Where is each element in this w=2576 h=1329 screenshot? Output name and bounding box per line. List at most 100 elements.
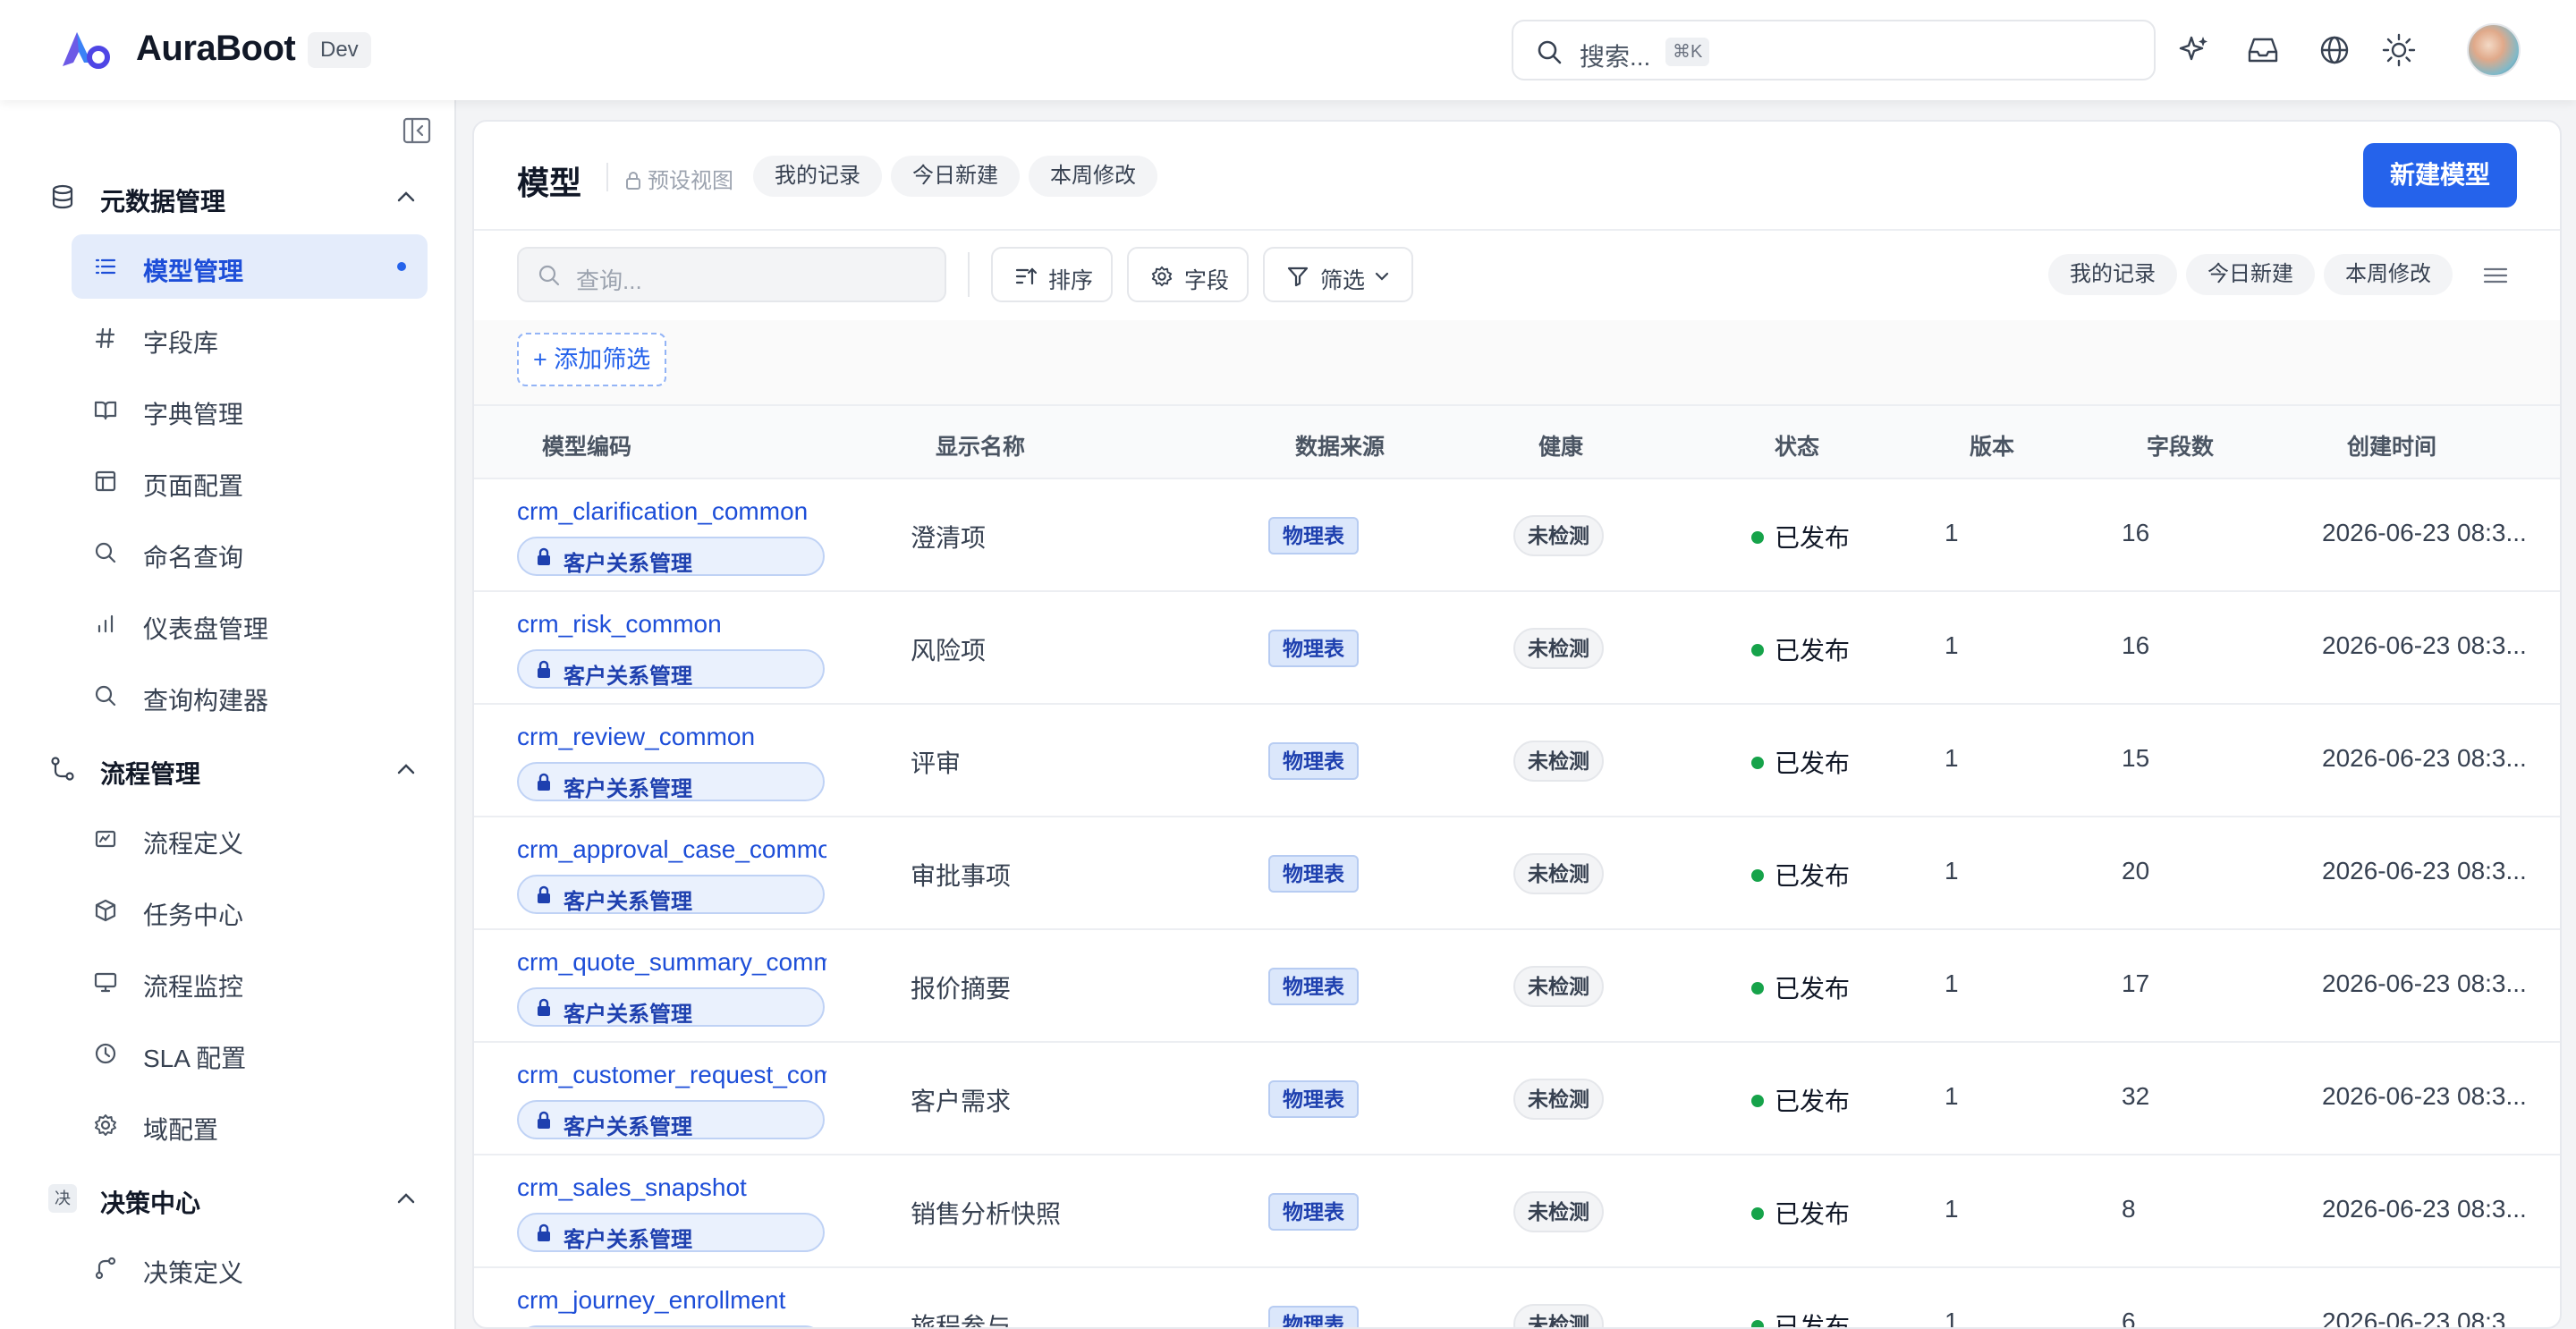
globe-icon[interactable] — [2317, 32, 2352, 68]
status-dot — [1751, 644, 1764, 656]
domain-badge: 客户关系管理 — [517, 649, 825, 689]
sidebar-item-named-query[interactable]: 命名查询 — [72, 521, 428, 585]
sidebar-item-sla-config[interactable]: SLA 配置 — [72, 1021, 428, 1086]
nav-group-workflow[interactable]: 流程管理 — [43, 742, 419, 796]
model-code-link[interactable]: crm_journey_enrollment — [517, 1286, 826, 1315]
column-header[interactable]: 数据来源 — [1295, 429, 1385, 461]
table-row[interactable]: crm_clarification_common 客户关系管理 澄清项 物理表 … — [474, 479, 2560, 592]
domain-label: 客户关系管理 — [564, 777, 692, 801]
search-icon — [95, 685, 116, 707]
nav-group-decision-center[interactable]: 决 决策中心 — [43, 1172, 419, 1225]
preset-view-label[interactable]: 预设视图 — [624, 163, 733, 194]
column-header[interactable]: 字段数 — [2147, 429, 2214, 461]
display-name: 审批事项 — [911, 862, 1012, 890]
data-source-badge: 物理表 — [1268, 1306, 1359, 1327]
table-row[interactable]: crm_customer_request_common 客户关系管理 客户需求 … — [474, 1043, 2560, 1155]
sidebar-item-decision-definition[interactable]: 决策定义 — [72, 1236, 428, 1300]
sun-icon[interactable] — [2381, 32, 2417, 68]
domain-badge: 客户关系管理 — [517, 537, 825, 576]
table-row[interactable]: crm_risk_common 客户关系管理 风险项 物理表 未检测 已发布 1… — [474, 592, 2560, 705]
collapse-sidebar-icon[interactable] — [401, 114, 433, 147]
status-text: 已发布 — [1775, 975, 1851, 1003]
table-row[interactable]: crm_review_common 客户关系管理 评审 物理表 未检测 已发布 … — [474, 705, 2560, 817]
sparkle-icon[interactable] — [2175, 32, 2211, 68]
status-dot — [1751, 1207, 1764, 1220]
table-row[interactable]: crm_quote_summary_common 客户关系管理 报价摘要 物理表… — [474, 930, 2560, 1043]
column-header[interactable]: 显示名称 — [936, 429, 1025, 461]
lock-icon — [538, 998, 550, 1016]
query-placeholder: 查询... — [576, 267, 642, 294]
version-value: 1 — [1945, 857, 1959, 885]
status-text: 已发布 — [1775, 637, 1851, 664]
toolbar-chip-my-records[interactable]: 我的记录 — [2048, 254, 2177, 295]
chevron-down-icon — [1375, 272, 1389, 281]
sidebar-item-process-definition[interactable]: 流程定义 — [72, 807, 428, 871]
auraboot-logo[interactable] — [59, 27, 111, 72]
domain-label: 客户关系管理 — [564, 1003, 692, 1027]
sidebar-item-task-center[interactable]: 任务中心 — [72, 878, 428, 943]
field-count: 6 — [2122, 1308, 2136, 1329]
list-icon — [95, 258, 116, 275]
global-search-input[interactable]: 搜索... ⌘K — [1512, 20, 2156, 80]
search-placeholder: 搜索... — [1580, 43, 1651, 71]
column-header[interactable]: 模型编码 — [542, 429, 631, 461]
nav-group-label: 流程管理 — [100, 760, 201, 788]
created-time: 2026-06-23 08:3... — [2322, 1082, 2527, 1110]
menu-icon[interactable] — [2481, 261, 2510, 290]
field-count: 17 — [2122, 969, 2150, 997]
sidebar-item-page-config[interactable]: 页面配置 — [72, 449, 428, 513]
sidebar-item-query-builder[interactable]: 查询构建器 — [72, 664, 428, 728]
filter-button[interactable]: 筛选 — [1263, 247, 1413, 302]
clock-icon — [95, 1043, 116, 1064]
sidebar-item-dictionary[interactable]: 字典管理 — [72, 377, 428, 442]
column-header[interactable]: 创建时间 — [2347, 429, 2436, 461]
inbox-icon[interactable] — [2245, 32, 2281, 68]
display-name: 客户需求 — [911, 1088, 1012, 1115]
view-chip-week-modified[interactable]: 本周修改 — [1029, 156, 1157, 197]
lock-icon — [538, 1111, 550, 1129]
sort-button[interactable]: 排序 — [991, 247, 1113, 302]
sidebar-item-process-monitor[interactable]: 流程监控 — [72, 950, 428, 1014]
model-code-link[interactable]: crm_clarification_common — [517, 497, 826, 526]
model-code-link[interactable]: crm_customer_request_common — [517, 1061, 826, 1089]
view-chip-my-records[interactable]: 我的记录 — [753, 156, 882, 197]
toolbar-chip-week-modified[interactable]: 本周修改 — [2324, 254, 2453, 295]
sidebar-item-label: 仪表盘管理 — [143, 615, 269, 643]
toolbar-chip-today-new[interactable]: 今日新建 — [2186, 254, 2315, 295]
table-row[interactable]: crm_approval_case_common 客户关系管理 审批事项 物理表… — [474, 817, 2560, 930]
health-badge: 未检测 — [1513, 1304, 1604, 1327]
nav-group-metadata[interactable]: 元数据管理 — [43, 170, 419, 224]
field-count: 32 — [2122, 1082, 2150, 1110]
model-code-link[interactable]: crm_quote_summary_common — [517, 948, 826, 977]
column-header[interactable]: 健康 — [1538, 429, 1583, 461]
sidebar-item-domain-config[interactable]: 域配置 — [72, 1093, 428, 1157]
fields-button[interactable]: 字段 — [1127, 247, 1249, 302]
view-chip-today-new[interactable]: 今日新建 — [891, 156, 1020, 197]
model-code-link[interactable]: crm_approval_case_common — [517, 835, 826, 864]
model-code-link[interactable]: crm_sales_snapshot — [517, 1173, 826, 1202]
status-dot — [1751, 869, 1764, 882]
lock-icon — [538, 773, 550, 791]
query-input[interactable]: 查询... — [517, 247, 946, 302]
filter-icon — [1287, 267, 1309, 287]
add-filter-button[interactable]: + 添加筛选 — [517, 333, 667, 386]
column-header[interactable]: 状态 — [1775, 429, 1819, 461]
table-row[interactable]: crm_journey_enrollment 客户关系管理 旅程参与 物理表 未… — [474, 1268, 2560, 1329]
sidebar-item-dashboard[interactable]: 仪表盘管理 — [72, 592, 428, 656]
hash-icon — [95, 327, 115, 349]
column-header[interactable]: 版本 — [1970, 429, 2014, 461]
decision-icon: 决 — [48, 1184, 77, 1213]
display-name: 风险项 — [911, 637, 987, 664]
user-avatar[interactable] — [2467, 23, 2521, 77]
model-code-link[interactable]: crm_risk_common — [517, 610, 826, 639]
new-model-button[interactable]: 新建模型 — [2362, 143, 2517, 207]
sidebar-item-field-library[interactable]: 字段库 — [72, 306, 428, 370]
sidebar-item-model-management[interactable]: 模型管理 — [72, 234, 428, 299]
preset-view-text: 预设视图 — [648, 169, 733, 193]
model-code-link[interactable]: crm_review_common — [517, 723, 826, 751]
display-name: 评审 — [911, 749, 962, 777]
domain-badge: 客户关系管理 — [517, 987, 825, 1027]
app-name: AuraBoot — [136, 29, 296, 68]
table-row[interactable]: crm_sales_snapshot 客户关系管理 销售分析快照 物理表 未检测… — [474, 1155, 2560, 1268]
gear-icon — [95, 1114, 116, 1136]
